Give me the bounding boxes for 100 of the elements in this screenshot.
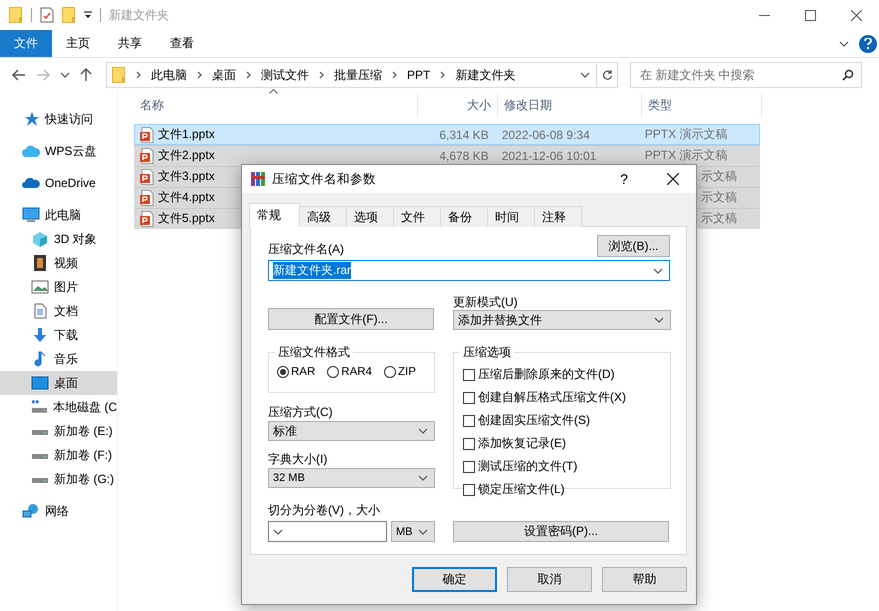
column-header[interactable]: 类型 [648, 97, 672, 114]
checkbox-icon[interactable] [463, 368, 475, 380]
radio-option[interactable]: RAR4 [327, 366, 372, 378]
presentation-file-icon [140, 126, 154, 142]
dictionary-dropdown[interactable]: 32 MB [268, 468, 435, 488]
group-label: 压缩文件格式 [275, 344, 353, 361]
dialog-button[interactable]: 取消 [507, 567, 592, 592]
dialog-tab[interactable]: 备份 [440, 206, 488, 227]
breadcrumb[interactable]: 测试文件 [261, 66, 309, 84]
folder-icon [9, 7, 23, 23]
refresh-button[interactable] [596, 62, 618, 88]
nav-item[interactable]: 新加卷 (F:) [0, 443, 117, 467]
chevron-right-icon [246, 71, 251, 79]
checkbox-icon[interactable] [463, 484, 475, 496]
radio-icon[interactable] [384, 366, 396, 378]
up-arrow-icon[interactable] [80, 68, 92, 82]
column-header[interactable]: 大小 [467, 97, 491, 114]
nav-item[interactable]: WPS云盘 [0, 139, 117, 163]
network-icon [22, 503, 40, 519]
picture-icon [31, 279, 49, 295]
dialog-tab[interactable]: 时间 [487, 206, 535, 227]
dialog-button[interactable]: 帮助 [602, 567, 687, 592]
breadcrumb[interactable]: 桌面 [212, 66, 236, 84]
checkbox-option[interactable]: 创建固实压缩文件(S) [463, 412, 670, 429]
dialog-button[interactable]: 确定 [412, 567, 497, 592]
file-row[interactable]: 文件2.pptx 4,678 KB 2021-12-06 10:01 PPTX 演示文稿 [134, 145, 760, 166]
file-row[interactable]: 文件1.pptx 6,314 KB 2022-06-08 9:34 PPTX 演示文稿 [134, 124, 760, 145]
checkbox-option[interactable]: 添加恢复记录(E) [463, 435, 670, 452]
update-mode-dropdown[interactable]: 添加并替换文件 [453, 310, 671, 330]
field-label: 切分为分卷(V)，大小 [268, 502, 381, 518]
breadcrumb[interactable]: 新建文件夹 [455, 66, 516, 84]
dialog-tab[interactable]: 文件 [393, 206, 441, 227]
dialog-tab[interactable]: 高级 [299, 206, 347, 227]
dialog-tab[interactable]: 常规 [249, 203, 300, 227]
dropdown-icon[interactable] [84, 11, 92, 19]
archive-name-field[interactable]: 新建文件夹.rar [268, 260, 670, 281]
checklist-icon[interactable] [40, 7, 54, 23]
radio-option[interactable]: ZIP [384, 366, 416, 378]
dialog-tab[interactable]: 选项 [346, 206, 394, 227]
chevron-down-icon [654, 317, 664, 323]
password-button[interactable]: 设置密码(P)... [453, 521, 669, 542]
nav-item[interactable]: 视频 [0, 251, 117, 275]
ribbon-tab[interactable]: 文件 [0, 30, 52, 57]
drive-icon [31, 430, 49, 436]
browse-button[interactable]: 浏览(B)... [597, 235, 670, 257]
search-field[interactable]: 在 新建文件夹 中搜索 [630, 62, 862, 88]
nav-item[interactable]: 3D 对象 [0, 227, 117, 251]
presentation-file-icon [140, 148, 154, 164]
nav-item[interactable]: 桌面 [0, 371, 117, 395]
field-label: 字典大小(I) [268, 451, 328, 467]
cloud-icon [22, 175, 40, 191]
chevron-right-icon [197, 71, 202, 79]
column-header[interactable]: 名称 [140, 97, 164, 114]
help-icon[interactable] [859, 34, 877, 52]
archive-icon [250, 171, 266, 187]
cube-icon [31, 231, 49, 247]
help-button[interactable]: ? [604, 171, 644, 187]
checkbox-icon[interactable] [463, 460, 475, 472]
nav-item[interactable]: 音乐 [0, 347, 117, 371]
nav-item[interactable]: 新加卷 (G:) [0, 467, 117, 491]
radio-option[interactable]: RAR [277, 366, 316, 378]
nav-item[interactable]: OneDrive [0, 171, 117, 195]
ribbon-tab[interactable]: 主页 [52, 30, 104, 57]
checkbox-option[interactable]: 测试压缩的文件(T) [463, 458, 670, 475]
column-header[interactable]: 修改日期 [504, 97, 552, 114]
nav-item[interactable]: 网络 [0, 499, 117, 523]
chevron-down-icon [653, 268, 663, 274]
nav-item[interactable]: 文档 [0, 299, 117, 323]
file-size: 4,678 KB [439, 148, 489, 162]
method-dropdown[interactable]: 标准 [268, 421, 435, 441]
file-type: PPTX 演示文稿 [644, 126, 728, 143]
profiles-button[interactable]: 配置文件(F)... [268, 308, 434, 330]
address-bar[interactable]: 此电脑 桌面 测试文件 批量压缩 PPT 新建文件夹 [106, 62, 597, 88]
breadcrumb[interactable]: 此电脑 [151, 66, 187, 84]
checkbox-icon[interactable] [463, 414, 475, 426]
presentation-file-icon [140, 168, 154, 184]
dialog-tab[interactable]: 注释 [534, 206, 582, 227]
breadcrumb[interactable]: PPT [407, 68, 430, 82]
address-dropdown-icon [580, 72, 590, 78]
unit-dropdown[interactable]: MB [391, 521, 435, 542]
nav-item[interactable]: 新加卷 (E:) [0, 419, 117, 443]
breadcrumb[interactable]: 批量压缩 [334, 66, 382, 84]
file-date: 2021-12-06 10:01 [502, 148, 596, 162]
checkbox-icon[interactable] [463, 438, 475, 450]
ribbon-tab[interactable]: 查看 [156, 30, 208, 57]
checkbox-option[interactable]: 锁定压缩文件(L) [463, 481, 670, 498]
volume-size-field[interactable] [268, 521, 387, 542]
checkbox-option[interactable]: 压缩后删除原来的文件(D) [463, 366, 670, 383]
nav-item[interactable]: 此电脑 [0, 203, 117, 227]
back-arrow-icon[interactable] [12, 69, 26, 81]
radio-icon[interactable] [277, 366, 289, 378]
nav-item[interactable]: 图片 [0, 275, 117, 299]
checkbox-option[interactable]: 创建自解压格式压缩文件(X) [463, 389, 670, 406]
nav-item[interactable]: 快速访问 [0, 107, 117, 131]
checkbox-icon[interactable] [463, 392, 475, 404]
film-icon [31, 255, 49, 271]
nav-item[interactable]: 本地磁盘 (C [0, 395, 117, 419]
ribbon-tab[interactable]: 共享 [104, 30, 156, 57]
radio-icon[interactable] [327, 366, 340, 378]
nav-item[interactable]: 下载 [0, 323, 117, 347]
